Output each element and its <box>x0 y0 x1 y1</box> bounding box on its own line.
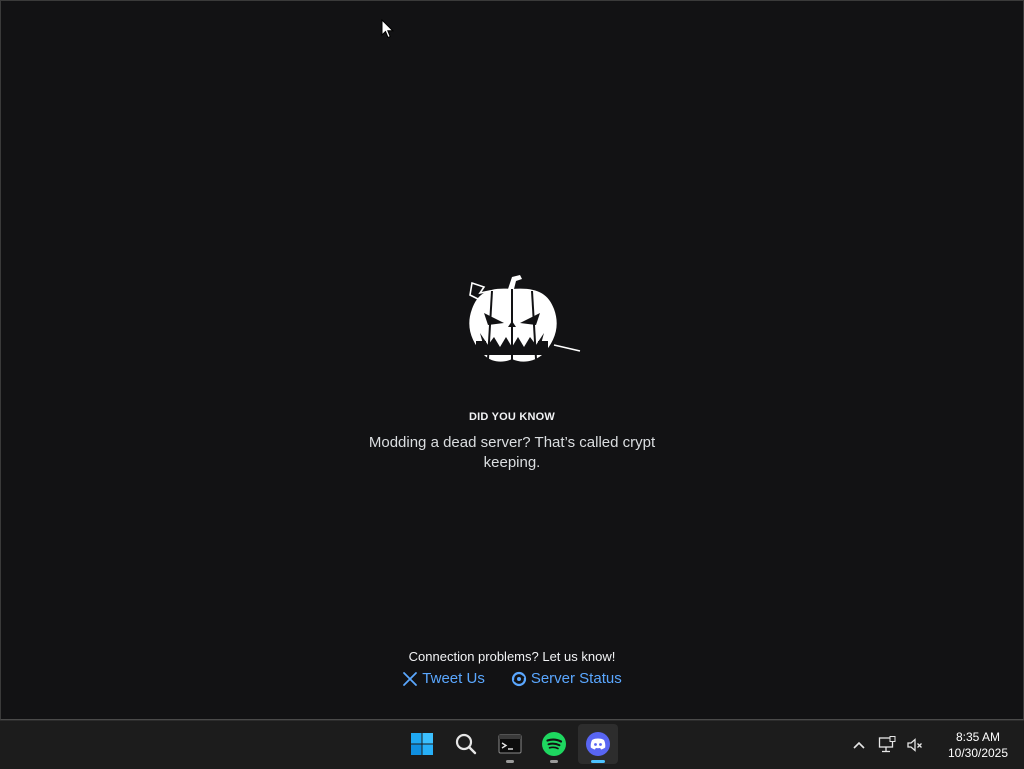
search-icon <box>455 733 477 755</box>
spotify-icon <box>542 732 566 756</box>
volume-button[interactable] <box>902 732 928 758</box>
discord-button[interactable] <box>578 724 618 764</box>
did-you-know-heading: DID YOU KNOW <box>469 411 555 423</box>
running-indicator <box>506 760 514 763</box>
discord-icon <box>586 732 610 756</box>
jack-o-lantern-icon <box>469 275 581 362</box>
mouse-cursor-icon <box>381 19 395 39</box>
spotify-button[interactable] <box>534 724 574 764</box>
start-button[interactable] <box>402 724 442 764</box>
server-status-link[interactable]: Server Status <box>511 670 622 687</box>
server-status-label: Server Status <box>530 670 622 687</box>
connection-help: Connection problems? Let us know! Tweet … <box>1 649 1023 687</box>
terminal-button[interactable] <box>490 724 530 764</box>
discord-window: DID YOU KNOW Modding a dead server? That… <box>0 0 1024 720</box>
tweet-us-link[interactable]: Tweet Us <box>402 670 485 687</box>
volume-muted-icon <box>907 738 922 752</box>
clock[interactable]: 8:35 AM 10/30/2025 <box>938 729 1018 761</box>
clock-time: 8:35 AM <box>955 730 1001 744</box>
taskbar: 8:35 AM 10/30/2025 <box>0 720 1024 769</box>
x-logo-icon <box>403 671 418 686</box>
chevron-up-icon <box>853 741 865 749</box>
terminal-icon <box>498 734 522 754</box>
help-links: Tweet Us Server Status <box>1 670 1023 687</box>
loading-tip: Modding a dead server? That’s called cry… <box>368 434 656 471</box>
windows-start-icon <box>411 733 433 755</box>
show-hidden-icons-button[interactable] <box>846 732 872 758</box>
running-indicator <box>550 760 558 763</box>
status-icon <box>511 671 526 686</box>
system-tray: 8:35 AM 10/30/2025 <box>846 721 1024 769</box>
active-indicator <box>591 760 605 763</box>
connection-problems-text: Connection problems? Let us know! <box>408 649 616 664</box>
loading-screen: DID YOU KNOW Modding a dead server? That… <box>1 271 1023 473</box>
taskbar-apps <box>402 724 618 766</box>
search-button[interactable] <box>446 724 486 764</box>
network-button[interactable] <box>874 732 900 758</box>
tweet-us-label: Tweet Us <box>422 670 485 687</box>
clock-date: 10/30/2025 <box>947 746 1009 760</box>
network-icon <box>878 736 896 753</box>
